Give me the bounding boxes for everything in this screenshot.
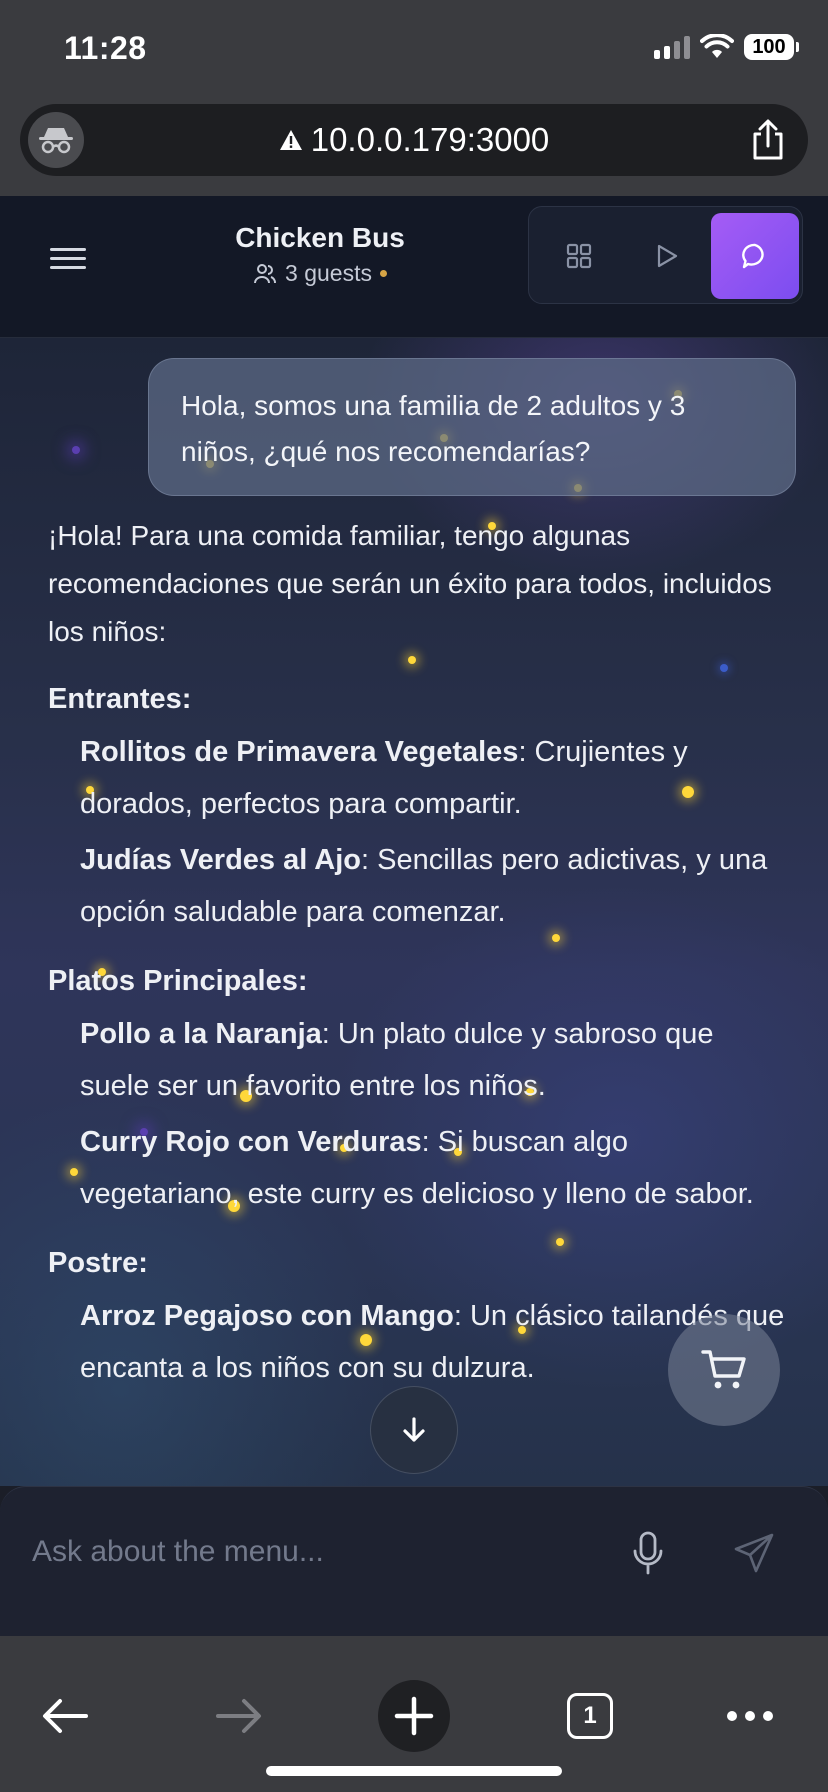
dish-name: Judías Verdes al Ajo: [80, 844, 361, 876]
share-icon[interactable]: [746, 118, 790, 162]
cellular-signal-icon: [654, 35, 690, 59]
url-text[interactable]: 10.0.0.179:3000: [311, 121, 550, 159]
dish-name: Curry Rojo con Verduras: [80, 1126, 422, 1158]
grid-view-button[interactable]: [535, 213, 623, 299]
dish-name: Pollo a la Naranja: [80, 1018, 322, 1050]
app-header: Chicken Bus 3 guests: [0, 196, 828, 338]
plus-icon[interactable]: [378, 1680, 450, 1752]
menu-recommendation: Judías Verdes al Ajo: Sencillas pero adi…: [80, 834, 788, 938]
menu-recommendation: Rollitos de Primavera Vegetales: Crujien…: [80, 726, 788, 830]
menu-recommendation: Pollo a la Naranja: Un plato dulce y sab…: [80, 1008, 788, 1112]
browser-top-bar: 11:28 100 10.0.0.179:3000: [0, 0, 828, 196]
user-message-bubble: Hola, somos una familia de 2 adultos y 3…: [148, 358, 796, 496]
users-icon: [254, 263, 277, 283]
home-indicator: [266, 1766, 562, 1776]
arrow-down-icon: [403, 1417, 425, 1442]
section-title-principales: Platos Principales:: [48, 965, 308, 997]
status-icons: 100: [654, 34, 799, 60]
arrow-left-icon[interactable]: [30, 1676, 100, 1756]
address-bar[interactable]: 10.0.0.179:3000: [20, 104, 808, 176]
guest-count-label: 3 guests: [285, 260, 372, 286]
scroll-down-button[interactable]: [370, 1386, 458, 1474]
chat-bubble-icon: [742, 243, 764, 269]
dish-name: Rollitos de Primavera Vegetales: [80, 736, 519, 768]
dish-name: Arroz Pegajoso con Mango: [80, 1300, 454, 1332]
ellipsis-icon[interactable]: [720, 1676, 780, 1756]
section-title-postre: Postre:: [48, 1247, 148, 1279]
chat-view-button[interactable]: [711, 213, 799, 299]
assistant-intro: ¡Hola! Para una comida familiar, tengo a…: [48, 520, 772, 647]
play-icon: [657, 244, 678, 268]
battery-icon: 100: [744, 34, 799, 60]
hamburger-icon[interactable]: [50, 242, 86, 278]
microphone-icon[interactable]: [628, 1529, 668, 1579]
restaurant-title: Chicken Bus: [235, 222, 405, 253]
assistant-message: ¡Hola! Para una comida familiar, tengo a…: [48, 512, 788, 1394]
cart-icon: [701, 1350, 746, 1389]
arrow-right-icon[interactable]: [204, 1676, 274, 1756]
tabs-button[interactable]: 1: [560, 1676, 620, 1756]
warning-icon: [279, 130, 302, 150]
menu-recommendation: Curry Rojo con Verduras: Si buscan algo …: [80, 1116, 788, 1220]
sparkle: [72, 446, 80, 454]
tab-count: 1: [567, 1693, 613, 1739]
wifi-icon: [700, 34, 734, 58]
cart-button[interactable]: [668, 1314, 780, 1426]
send-icon[interactable]: [732, 1531, 776, 1575]
grid-icon: [566, 243, 592, 269]
section-title-entrantes: Entrantes:: [48, 683, 192, 715]
guest-status-dot: [379, 270, 387, 277]
guest-count[interactable]: 3 guests: [200, 260, 440, 287]
restaurant-title-block: Chicken Bus 3 guests: [200, 222, 440, 287]
status-time: 11:28: [64, 30, 147, 66]
chat-area[interactable]: Hola, somos una familia de 2 adultos y 3…: [0, 338, 828, 1486]
view-mode-switch: [528, 206, 803, 304]
message-composer: [0, 1486, 828, 1636]
chat-input[interactable]: [32, 1527, 592, 1577]
play-view-button[interactable]: [623, 213, 711, 299]
